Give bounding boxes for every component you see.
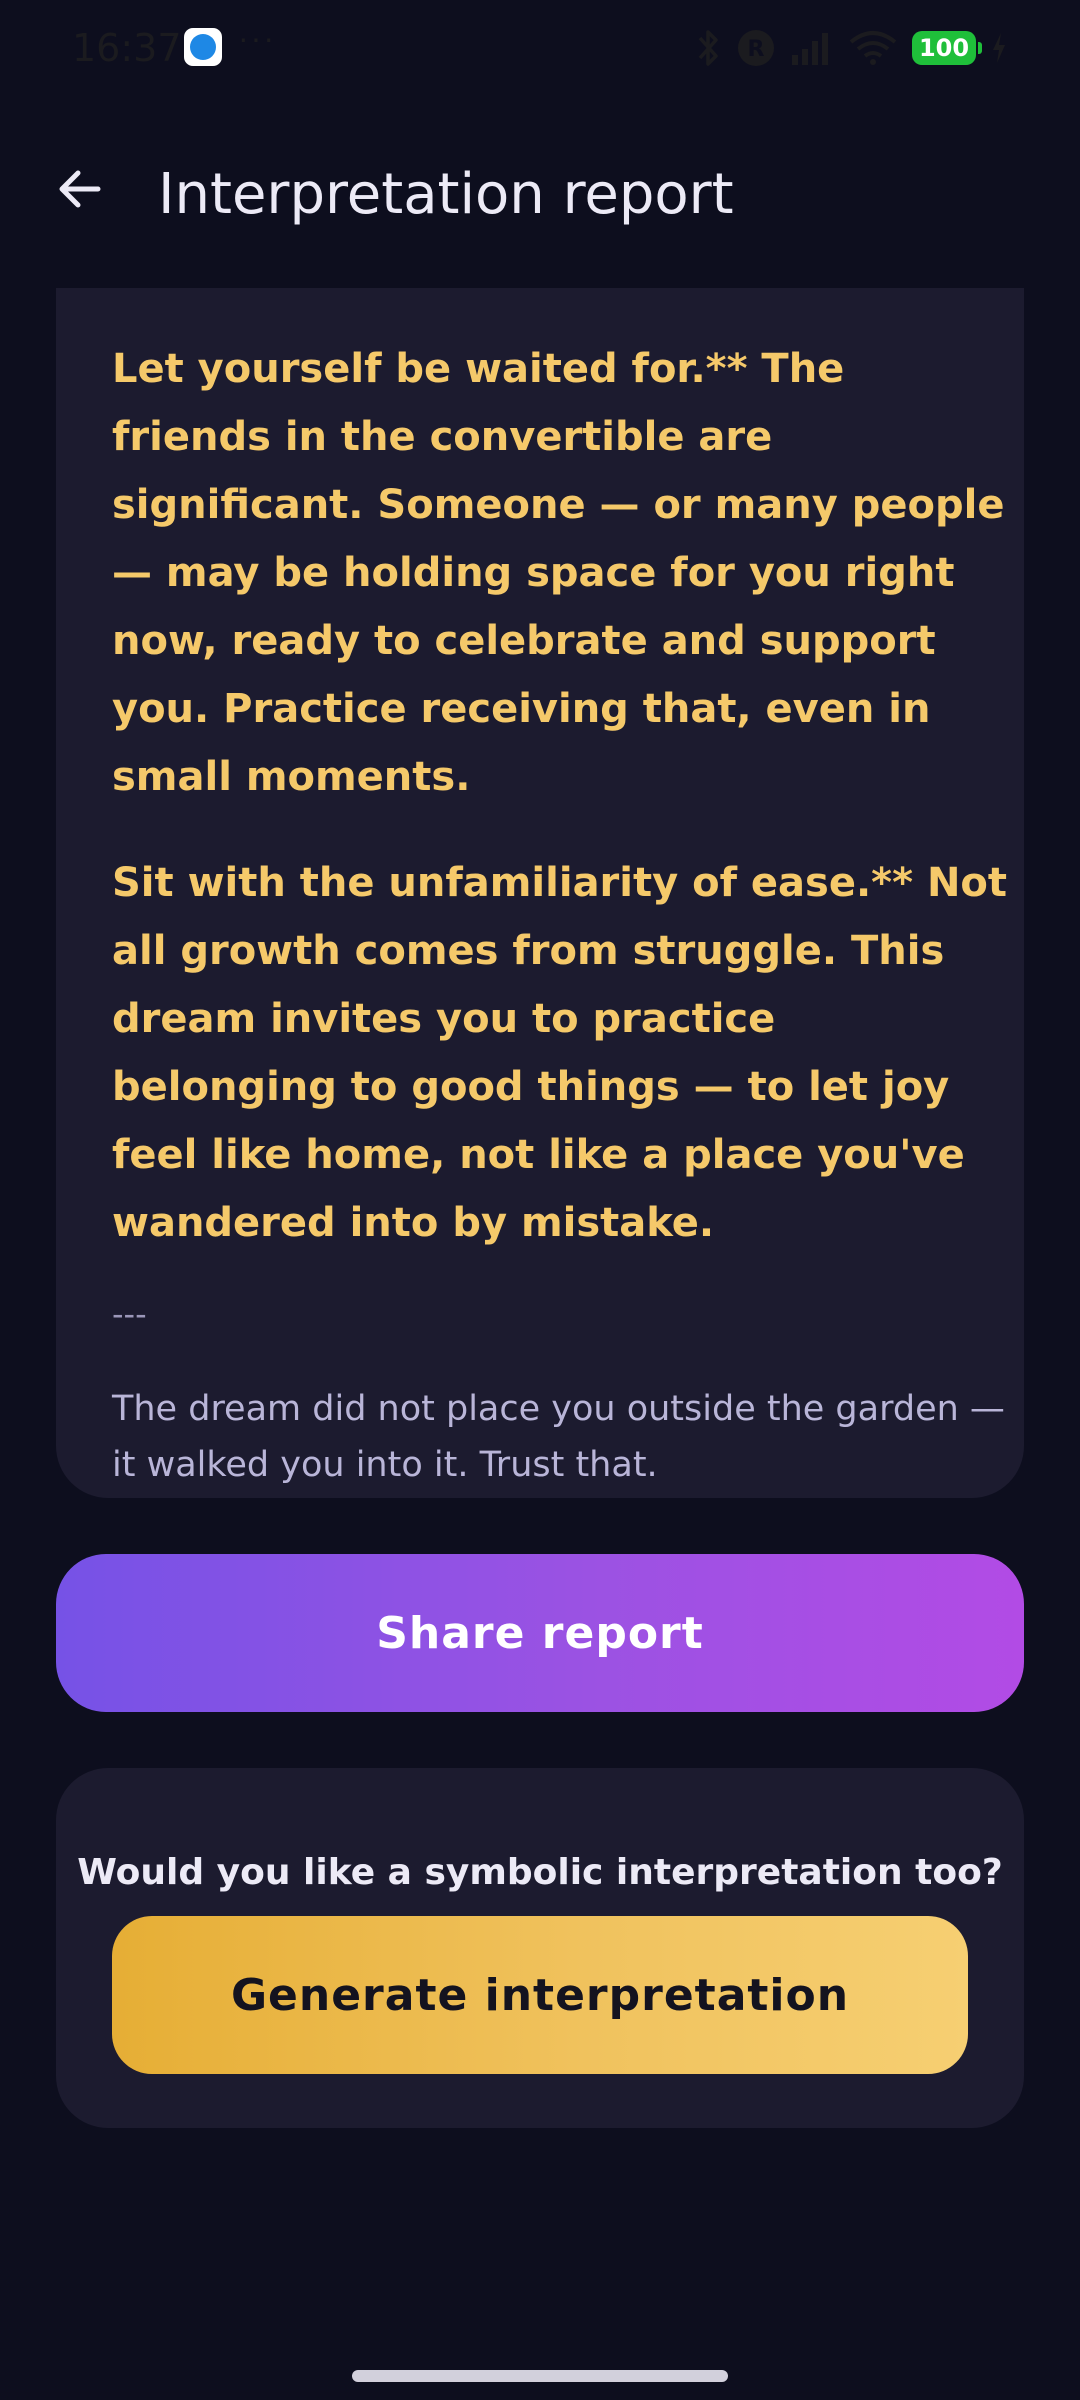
report-body: Let yourself be waited for.** The friend…	[112, 335, 1012, 1493]
symbolic-interpretation-card: Would you like a symbolic interpretation…	[56, 1768, 1024, 2128]
report-divider: ---	[112, 1295, 147, 1333]
home-indicator[interactable]	[352, 2370, 728, 2382]
overflow-dots: ···	[238, 20, 276, 56]
status-icons: R 100	[696, 26, 1008, 70]
report-closing: The dream did not place you outside the …	[112, 1389, 1005, 1485]
battery-icon: 100	[912, 31, 982, 65]
generate-interpretation-button[interactable]: Generate interpretation	[112, 1916, 968, 2074]
svg-text:R: R	[748, 37, 765, 62]
report-card: Let yourself be waited for.** The friend…	[56, 250, 1024, 1498]
wifi-icon	[849, 31, 897, 65]
report-paragraph: Sit with the unfamiliarity of ease.** No…	[112, 860, 1008, 1246]
bluetooth-icon	[698, 30, 718, 66]
status-bar: 16:37 ··· R 100	[0, 0, 1080, 96]
r-badge-icon: R	[738, 30, 774, 66]
arrow-left-icon	[59, 170, 101, 208]
signal-icon	[792, 33, 828, 65]
app-bar: Interpretation report	[0, 96, 1080, 288]
share-report-button[interactable]: Share report	[56, 1554, 1024, 1712]
report-paragraph: Let yourself be waited for.** The friend…	[112, 346, 1005, 800]
symbolic-question: Would you like a symbolic interpretation…	[77, 1852, 1003, 1893]
back-button[interactable]	[46, 156, 112, 222]
app-notification-icon	[184, 28, 222, 66]
charging-icon	[993, 33, 1005, 63]
status-time: 16:37	[72, 26, 182, 70]
screen: 16:37 ··· R 100 Interpretation report Le…	[0, 0, 1080, 2400]
page-title: Interpretation report	[158, 162, 734, 227]
